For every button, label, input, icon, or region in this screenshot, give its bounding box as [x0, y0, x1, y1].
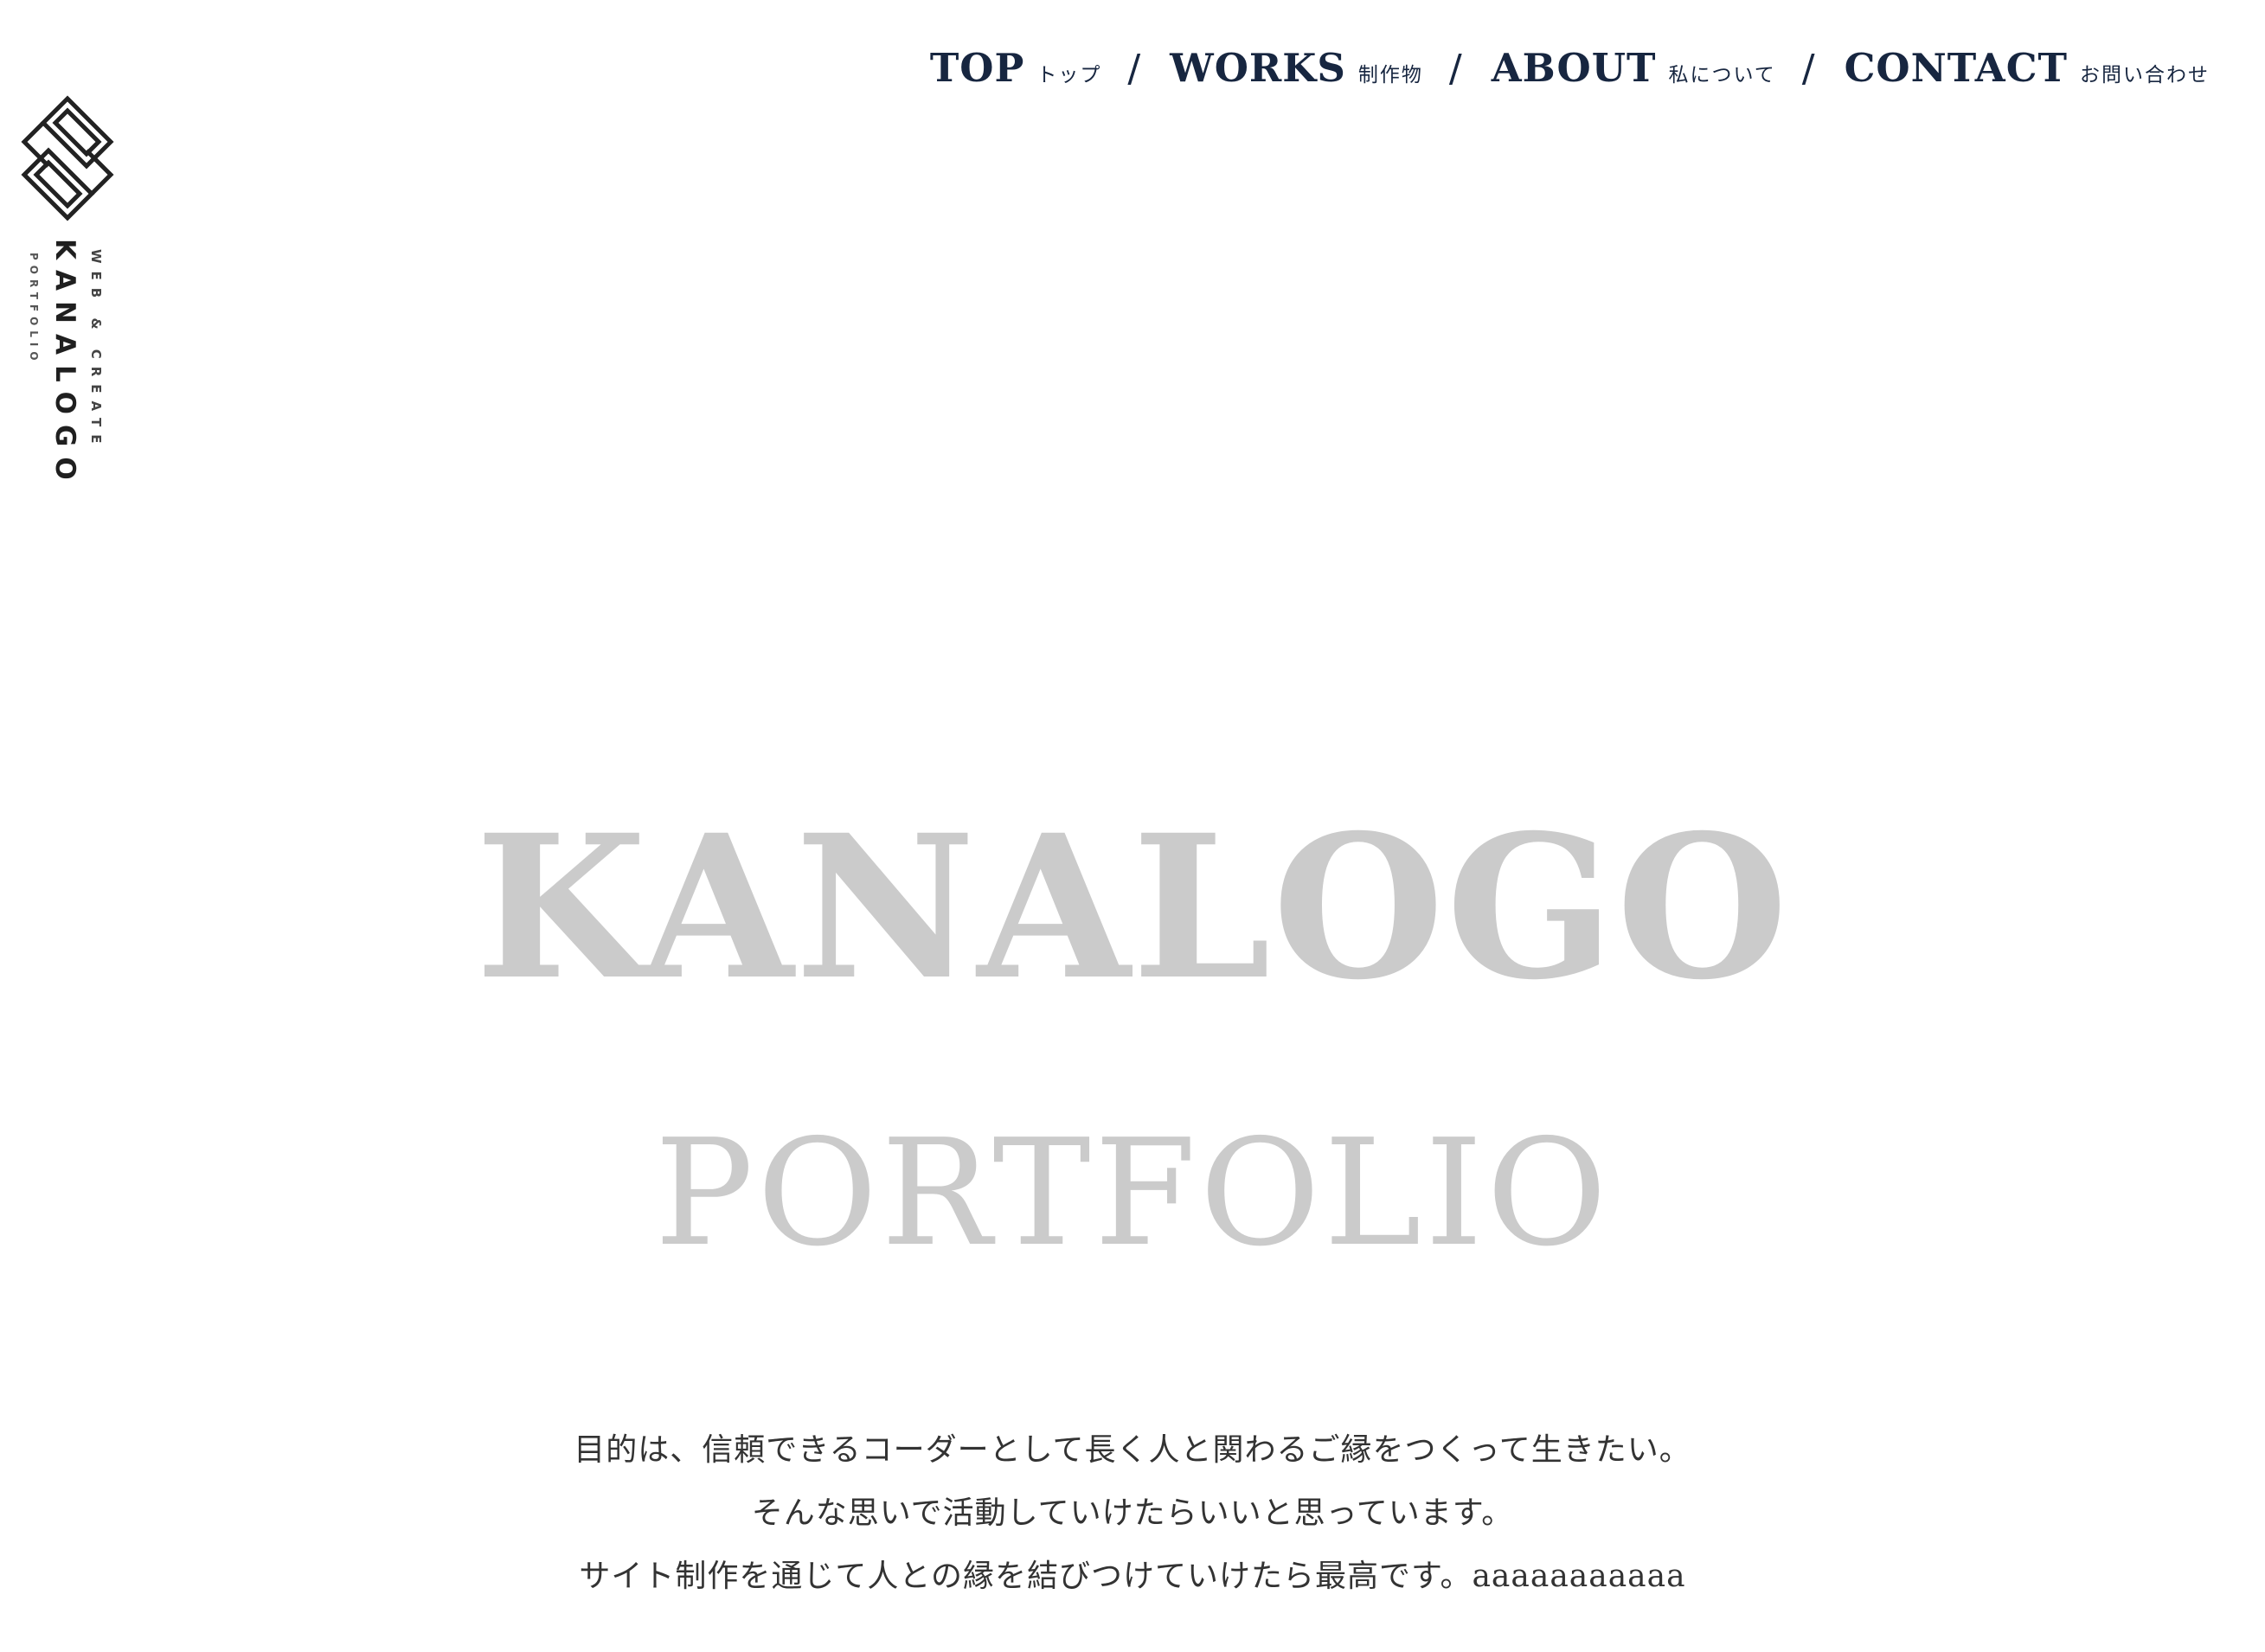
- main-navigation: TOP トップ / WORKS 制作物 / ABOUT 私について / CONT…: [930, 45, 2210, 91]
- nav-item-label: ABOUT: [1491, 45, 1657, 91]
- nav-item-sublabel: 制作物: [1357, 64, 1423, 86]
- nav-item-label: WORKS: [1170, 45, 1346, 91]
- nav-item-label: TOP: [929, 45, 1025, 91]
- site-logo[interactable]: WEB & CREATE KANALOGO PORTFOLIO: [19, 93, 116, 490]
- nav-item-top[interactable]: TOP トップ: [930, 45, 1102, 91]
- logo-brand: KANALOGO: [49, 239, 80, 490]
- nav-item-contact[interactable]: CONTACT お問い合わせ: [1845, 45, 2210, 91]
- nav-item-about[interactable]: ABOUT 私について: [1492, 45, 1776, 91]
- message-line: そんな思いで活動していけたらいいと思っています。: [751, 1495, 1514, 1531]
- message-line: 目的は、信頼できるコーダーとして長く人と関わるご縁をつくって生きたい。: [574, 1432, 1691, 1468]
- nav-item-sublabel: 私について: [1668, 64, 1776, 86]
- nav-separator: /: [1127, 47, 1141, 91]
- hero-subtitle: PORTFOLIO: [654, 1108, 1611, 1279]
- intro-message: 目的は、信頼できるコーダーとして長く人と関わるご縁をつくって生きたい。 そんな思…: [0, 1418, 2265, 1608]
- nav-separator: /: [1801, 47, 1815, 91]
- logo-subtitle: PORTFOLIO: [28, 253, 40, 366]
- logo-tagline: WEB & CREATE: [88, 249, 104, 451]
- nav-item-label: CONTACT: [1844, 45, 2068, 91]
- nav-item-sublabel: お問い合わせ: [2080, 64, 2210, 86]
- hero-title: KANALOGO: [475, 791, 1790, 1023]
- logo-wordmark: WEB & CREATE KANALOGO PORTFOLIO: [19, 239, 116, 490]
- nav-item-works[interactable]: WORKS 制作物: [1170, 45, 1423, 91]
- nav-separator: /: [1448, 47, 1462, 91]
- interlocking-s-diamond-icon: [21, 95, 114, 221]
- message-line: サイト制作を通じて人との縁を結びつけていけたら最高です。aaaaaaaaaaa: [579, 1559, 1686, 1594]
- nav-item-sublabel: トップ: [1036, 64, 1102, 86]
